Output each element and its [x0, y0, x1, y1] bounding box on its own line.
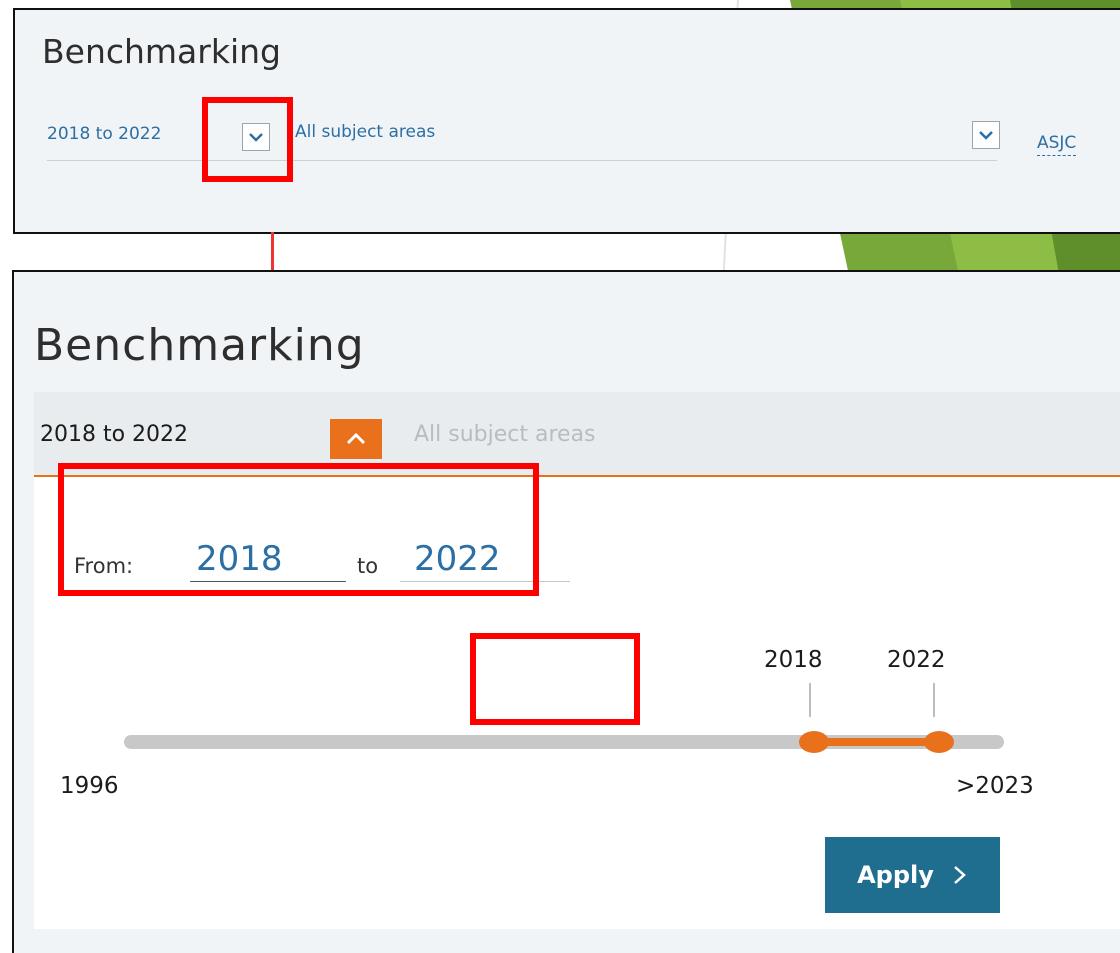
slider-start-value: 2018 — [764, 647, 823, 673]
subject-dropdown-toggle[interactable] — [972, 121, 1000, 149]
page-title: Benchmarking — [42, 32, 281, 71]
apply-button[interactable]: Apply — [825, 837, 1000, 913]
slider-max-label: >2023 — [956, 773, 1034, 799]
slider-min-label: 1996 — [60, 773, 119, 799]
year-slider-selected-range — [814, 738, 939, 746]
highlight-box-from-to-inputs — [58, 463, 539, 596]
chevron-up-icon — [346, 432, 366, 445]
benchmarking-panel-expanded: Benchmarking 2018 to 2022 All subject ar… — [12, 270, 1120, 953]
highlight-box-empty — [470, 633, 640, 725]
asjc-link[interactable]: ASJC — [1037, 133, 1077, 156]
selector-underline — [47, 160, 997, 161]
period-dropdown-toggle[interactable] — [330, 419, 382, 459]
benchmarking-panel-collapsed: Benchmarking 2018 to 2022 All subject ar… — [13, 8, 1120, 234]
slider-start-handle[interactable] — [799, 731, 829, 753]
chevron-down-icon — [979, 131, 993, 140]
slider-end-tick — [933, 683, 935, 717]
period-label: 2018 to 2022 — [47, 124, 162, 144]
slider-start-tick — [809, 683, 811, 717]
apply-button-label: Apply — [857, 861, 934, 889]
highlight-box-period-toggle — [202, 97, 293, 182]
period-label: 2018 to 2022 — [40, 422, 189, 447]
chevron-right-icon — [954, 866, 966, 884]
subject-area-selector[interactable]: All subject areas — [414, 422, 596, 447]
slider-end-handle[interactable] — [924, 731, 954, 753]
page-title: Benchmarking — [34, 320, 365, 371]
slider-end-value: 2022 — [887, 647, 946, 673]
subject-area-selector[interactable]: All subject areas — [295, 122, 435, 142]
